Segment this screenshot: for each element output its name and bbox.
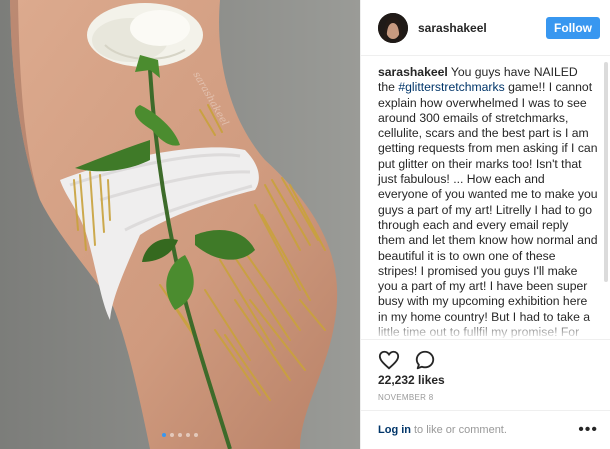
avatar-image — [378, 12, 408, 43]
post-header: sarashakeel Follow — [361, 0, 610, 56]
follow-button[interactable]: Follow — [546, 16, 600, 39]
more-options-icon[interactable]: ••• — [578, 421, 598, 439]
post-photo[interactable]: sarashakeel — [0, 0, 360, 449]
caption-hashtag[interactable]: #glitterstretchmarks — [398, 80, 504, 94]
comment-bubble-icon[interactable] — [414, 349, 436, 371]
carousel-indicator — [0, 433, 360, 437]
caption-username[interactable]: sarashakeel — [378, 65, 448, 79]
post-footer: Log in to like or comment. ••• — [361, 410, 610, 449]
caption-text: sarashakeel You guys have NAILED the #gli… — [378, 65, 598, 338]
caption-area: sarashakeel You guys have NAILED the #gli… — [361, 57, 610, 338]
login-link[interactable]: Log in — [378, 424, 411, 436]
post-sidebar: sarashakeel Follow sarashakeel You guys h… — [360, 0, 610, 449]
carousel-dot[interactable] — [170, 433, 174, 437]
avatar[interactable] — [378, 12, 408, 43]
heart-outline-icon[interactable] — [378, 349, 400, 371]
carousel-dot[interactable] — [178, 433, 182, 437]
caption-scrollbar[interactable] — [604, 62, 608, 282]
photo-artwork — [0, 0, 360, 449]
carousel-dot[interactable] — [186, 433, 190, 437]
login-prompt-text: to like or comment. — [414, 424, 507, 436]
like-count[interactable]: 22,232 likes — [378, 373, 445, 387]
carousel-dot[interactable] — [162, 433, 166, 437]
caption-fade — [361, 318, 610, 340]
carousel-dot[interactable] — [194, 433, 198, 437]
caption-text-rest: game!! I cannot explain how overwhelmed … — [378, 80, 598, 338]
post-date[interactable]: NOVEMBER 8 — [378, 393, 433, 402]
header-username[interactable]: sarashakeel — [418, 21, 546, 35]
